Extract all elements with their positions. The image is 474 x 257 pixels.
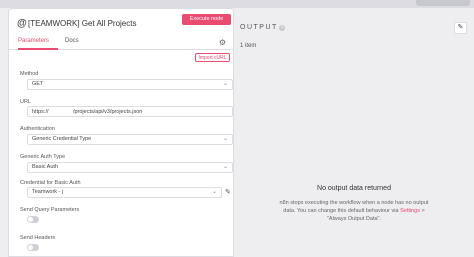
question-icon[interactable]: ? (279, 25, 285, 31)
output-title: OUTPUT (240, 24, 278, 31)
import-curl-button[interactable]: Import cURL (195, 53, 230, 62)
execute-node-button[interactable]: Execute node (182, 14, 231, 25)
generic-auth-type-label: Generic Auth Type (20, 154, 66, 160)
credential-label: Credential for Basic Auth (20, 180, 81, 186)
method-value: GET (32, 81, 44, 87)
active-tab-indicator (18, 48, 58, 50)
no-output-description: n8n stops executing the workflow when a … (275, 199, 433, 223)
generic-auth-type-select[interactable]: Basic Auth ⌄ (27, 162, 233, 173)
send-query-label: Send Query Parameters (20, 207, 80, 213)
credential-select[interactable]: Teamwork - j ⌄ (27, 187, 222, 198)
send-query-toggle[interactable] (27, 216, 39, 223)
node-title[interactable]: [TEAMWORK] Get All Projects (28, 19, 136, 28)
chevron-down-icon: ⌄ (222, 136, 228, 142)
node-parameters-panel: @ [TEAMWORK] Get All Projects Execute no… (8, 8, 234, 257)
pencil-icon[interactable]: ✎ (225, 188, 231, 196)
url-label: URL (20, 99, 32, 105)
send-headers-label: Send Headers (20, 235, 56, 241)
authentication-label: Authentication (20, 126, 55, 132)
url-input[interactable] (27, 106, 233, 117)
tab-parameters[interactable]: Parameters (18, 38, 49, 44)
generic-auth-type-value: Basic Auth (32, 164, 58, 170)
top-bar-button[interactable] (416, 0, 470, 6)
chevron-down-icon: ⌄ (222, 81, 228, 87)
method-select[interactable]: GET ⌄ (27, 79, 233, 90)
pencil-icon[interactable]: ✎ (454, 22, 467, 34)
chevron-down-icon: ⌄ (222, 164, 228, 170)
no-output-title: No output data returned (317, 185, 391, 192)
send-headers-toggle[interactable] (27, 244, 39, 251)
authentication-value: Generic Credential Type (32, 136, 92, 142)
toggle-knob (28, 245, 33, 250)
at-icon: @ (17, 18, 27, 29)
credential-value: Teamwork - j (32, 189, 64, 195)
top-bar (0, 0, 474, 8)
chevron-down-icon: ⌄ (211, 189, 217, 195)
gear-icon[interactable]: ⚙ (219, 38, 226, 47)
tab-docs[interactable]: Docs (65, 38, 79, 44)
settings-link[interactable]: Settings (400, 208, 420, 214)
authentication-select[interactable]: Generic Credential Type ⌄ (27, 134, 233, 145)
method-label: Method (20, 71, 39, 77)
toggle-knob (28, 217, 33, 222)
item-count: 1 item (240, 43, 257, 49)
